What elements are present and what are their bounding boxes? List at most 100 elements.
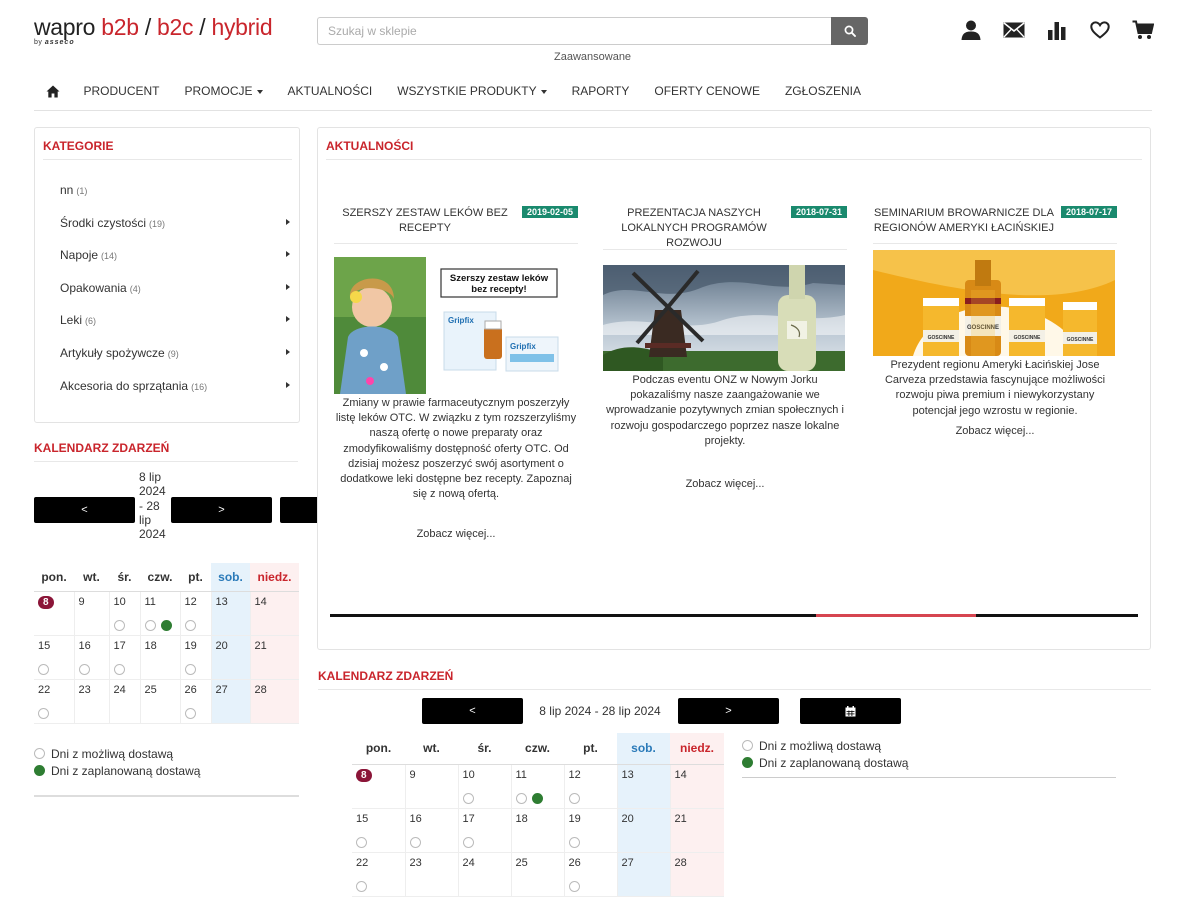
nav-item-oferty-cenowe[interactable]: OFERTY CENOWE	[642, 84, 773, 98]
account-button[interactable]	[949, 18, 992, 42]
chevron-right-icon[interactable]	[286, 381, 290, 388]
calendar-day[interactable]: 25	[140, 679, 181, 724]
cart-button[interactable]	[1121, 18, 1164, 42]
search-button[interactable]	[831, 17, 868, 45]
calendar-day[interactable]: 24	[109, 679, 141, 724]
calendar-day[interactable]: 13	[211, 591, 251, 636]
calendar-day[interactable]: 14	[250, 591, 299, 636]
nav-item-producent[interactable]: PRODUCENT	[71, 84, 172, 98]
category-label: Środki czystości (19)	[60, 216, 165, 230]
favorites-button[interactable]	[1078, 18, 1121, 42]
calendar-picker-button[interactable]	[800, 698, 901, 724]
reports-button[interactable]	[1035, 18, 1078, 42]
calendar-day[interactable]: 21	[670, 808, 724, 853]
delivery-dots	[38, 663, 49, 675]
calendar-day[interactable]: 12	[180, 591, 212, 636]
calendar-next-button[interactable]: >	[678, 698, 779, 724]
caret-down-icon	[256, 89, 263, 94]
calendar-day[interactable]: 8	[34, 591, 75, 636]
news-slider-bar[interactable]	[330, 614, 1138, 617]
chevron-right-icon[interactable]	[286, 348, 290, 355]
category-item[interactable]: Opakowania (4)	[60, 281, 290, 314]
nav-item-zgłoszenia[interactable]: ZGŁOSZENIA	[772, 84, 873, 98]
calendar-day[interactable]: 11	[140, 591, 181, 636]
calendar-day[interactable]: 27	[211, 679, 251, 724]
category-item[interactable]: nn (1)	[60, 183, 290, 216]
weekday-header: niedz.	[670, 733, 724, 765]
news-item[interactable]: SEMINARIUM BROWARNICZE DLA REGIONÓW AMER…	[873, 206, 1117, 437]
nav-item-label: RAPORTY	[571, 84, 630, 98]
calendar-day[interactable]: 16	[405, 808, 459, 853]
calendar-day[interactable]: 27	[617, 852, 671, 897]
calendar-day[interactable]: 18	[140, 635, 181, 680]
news-image-beer[interactable]: GOSCINNE GOSCINNE GOSCINNE GOSCINNE	[873, 250, 1115, 356]
calendar-day[interactable]: 10	[458, 764, 512, 809]
calendar-day[interactable]: 26	[180, 679, 212, 724]
calendar-picker-button-sidebar[interactable]	[280, 497, 317, 523]
home-button[interactable]	[34, 85, 71, 98]
calendar-day[interactable]: 9	[74, 591, 110, 636]
chevron-right-icon[interactable]	[286, 283, 290, 290]
nav-item-promocje[interactable]: PROMOCJE	[172, 84, 275, 98]
calendar-day[interactable]: 12	[564, 764, 618, 809]
top-icons	[949, 18, 1164, 42]
calendar-next-button-sidebar[interactable]: >	[171, 497, 272, 523]
calendar-day[interactable]: 11	[511, 764, 565, 809]
messages-button[interactable]	[992, 18, 1035, 42]
calendar-day[interactable]: 25	[511, 852, 565, 897]
news-more-link[interactable]: Zobacz więcej...	[334, 528, 578, 540]
news-more-link[interactable]: Zobacz więcej...	[873, 425, 1117, 437]
calendar-day[interactable]: 18	[511, 808, 565, 853]
nav-item-aktualności[interactable]: AKTUALNOŚCI	[275, 84, 385, 98]
category-item[interactable]: Napoje (14)	[60, 248, 290, 281]
calendar-day[interactable]: 14	[670, 764, 724, 809]
calendar-day[interactable]: 15	[352, 808, 406, 853]
calendar-range-line: - 28	[139, 498, 160, 513]
news-item[interactable]: PREZENTACJA NASZYCH LOKALNYCH PROGRAMÓW …	[603, 206, 847, 490]
calendar-day[interactable]: 17	[458, 808, 512, 853]
chevron-right-icon[interactable]	[286, 218, 290, 225]
calendar-day[interactable]: 28	[670, 852, 724, 897]
calendar-day[interactable]: 22	[352, 852, 406, 897]
calendar-day[interactable]: 22	[34, 679, 75, 724]
news-item[interactable]: SZERSZY ZESTAW LEKÓW BEZ RECEPTY 2019-02…	[334, 206, 578, 540]
logo[interactable]: wapro b2b / b2c / hybrid	[34, 14, 273, 41]
category-item[interactable]: Akcesoria do sprzątania (16)	[60, 379, 290, 412]
chevron-right-icon[interactable]	[286, 251, 290, 258]
calendar-day[interactable]: 23	[74, 679, 110, 724]
day-number: 18	[144, 639, 157, 652]
calendar-prev-button[interactable]: <	[422, 698, 523, 724]
calendar-day[interactable]: 24	[458, 852, 512, 897]
possible-dot-icon	[742, 740, 753, 751]
news-date-badge: 2018-07-31	[790, 206, 847, 218]
calendar-day[interactable]: 10	[109, 591, 141, 636]
calendar-day[interactable]: 28	[250, 679, 299, 724]
calendar-prev-button-sidebar[interactable]: <	[34, 497, 135, 523]
advanced-search-link[interactable]: Zaawansowane	[554, 51, 631, 63]
category-item[interactable]: Środki czystości (19)	[60, 216, 290, 249]
calendar-day[interactable]: 15	[34, 635, 75, 680]
calendar-day[interactable]: 16	[74, 635, 110, 680]
calendar-day[interactable]: 19	[564, 808, 618, 853]
category-item[interactable]: Leki (6)	[60, 313, 290, 346]
calendar-day[interactable]: 23	[405, 852, 459, 897]
news-image-windmill[interactable]	[603, 265, 845, 371]
category-label: Akcesoria do sprzątania (16)	[60, 379, 207, 393]
nav-item-raporty[interactable]: RAPORTY	[559, 84, 642, 98]
chevron-right-icon[interactable]	[286, 316, 290, 323]
search-input[interactable]	[317, 17, 831, 45]
news-more-link[interactable]: Zobacz więcej...	[603, 478, 847, 490]
calendar-day[interactable]: 21	[250, 635, 299, 680]
calendar-day[interactable]: 13	[617, 764, 671, 809]
news-image-medicine[interactable]: Szerszy zestaw leków bez recepty! Gripfi…	[334, 257, 576, 394]
calendar-day[interactable]: 9	[405, 764, 459, 809]
calendar-day[interactable]: 20	[617, 808, 671, 853]
calendar-day[interactable]: 19	[180, 635, 212, 680]
calendar-day[interactable]: 8	[352, 764, 406, 809]
calendar-day[interactable]: 26	[564, 852, 618, 897]
category-item[interactable]: Artykuły spożywcze (9)	[60, 346, 290, 379]
calendar-day[interactable]: 20	[211, 635, 251, 680]
news-slider-active[interactable]	[816, 614, 976, 617]
calendar-day[interactable]: 17	[109, 635, 141, 680]
nav-item-wszystkie-produkty[interactable]: WSZYSTKIE PRODUKTY	[385, 84, 559, 98]
